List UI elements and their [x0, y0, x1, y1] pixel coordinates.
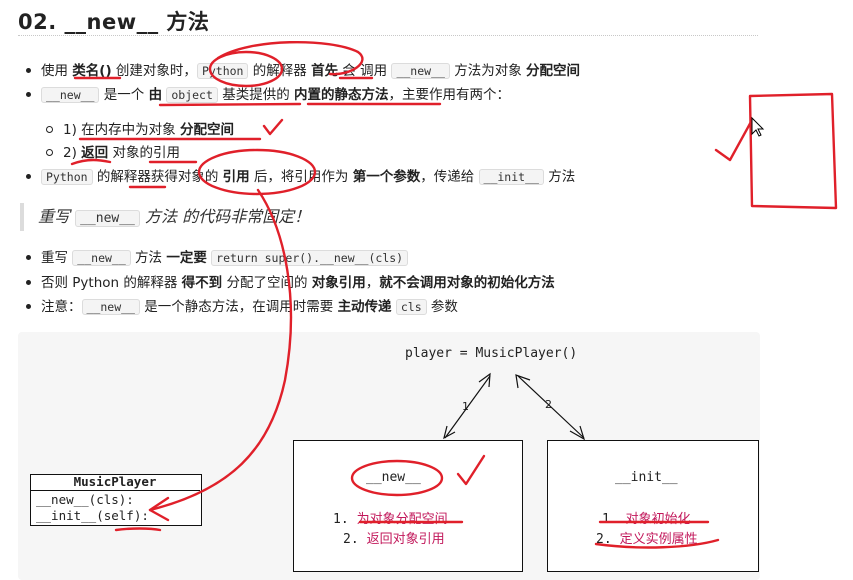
ink-check-1: [262, 118, 284, 136]
arrow-label-1: 1: [462, 400, 469, 413]
bullet-5: 否则 Python 的解释器 得不到 分配了空间的 对象引用，就不会调用对象的初…: [26, 274, 555, 292]
bullet-3: Python 的解释器获得对象的 引用 后，将引用作为 第一个参数，传递给 __…: [26, 168, 575, 186]
sub-bullet-circle: [46, 148, 53, 156]
page-title: 02. __new__ 方法: [18, 10, 210, 34]
bullet-dot: [26, 303, 31, 309]
class-name: MusicPlayer: [30, 474, 200, 491]
class-method-init: __init__(self):: [36, 508, 149, 523]
player-assignment: player = MusicPlayer(): [405, 346, 578, 361]
new-step-1: 1. 为对象分配空间: [333, 512, 448, 527]
sub-bullet-circle: [46, 125, 53, 133]
bullet-dot: [26, 279, 31, 285]
ink-rectangle: [748, 92, 838, 210]
init-step-2: 2. 定义实例属性: [596, 532, 698, 547]
bullet-dot: [26, 91, 31, 97]
init-title: __init__: [615, 470, 678, 485]
new-box: [293, 440, 523, 572]
bullet-dot: [26, 254, 31, 260]
bullet-4: 重写 __new__ 方法 一定要 return super().__new__…: [26, 249, 409, 267]
new-title: __new__: [366, 470, 421, 485]
sub-bullet-2: 2) 返回 对象的引用: [46, 144, 180, 162]
new-step-2: 2. 返回对象引用: [343, 532, 445, 547]
bullet-dot: [26, 173, 31, 179]
blockquote: 重写 __new__ 方法 的代码非常固定！: [20, 203, 310, 231]
sub-bullet-1: 1) 在内存中为对象 分配空间: [46, 121, 234, 139]
bullet-2: __new__ 是一个 由 object 基类提供的 内置的静态方法，主要作用有…: [26, 86, 510, 104]
bullet-dot: [26, 67, 31, 73]
init-step-1: 1. 对象初始化: [602, 512, 691, 527]
mouse-cursor-icon: [751, 116, 765, 137]
init-box: [547, 440, 759, 572]
title-divider: [18, 35, 758, 36]
ink-check-3: [714, 118, 754, 162]
bullet-6: 注意： __new__ 是一个静态方法，在调用时需要 主动传递 cls 参数: [26, 298, 458, 316]
bullet-1: 使用 类名() 创建对象时， Python 的解释器 首先 会 调用 __new_…: [26, 62, 580, 80]
ink-underline-base: [158, 102, 302, 107]
arrow-label-2: 2: [545, 398, 552, 411]
class-method-new: __new__(cls):: [36, 492, 134, 507]
